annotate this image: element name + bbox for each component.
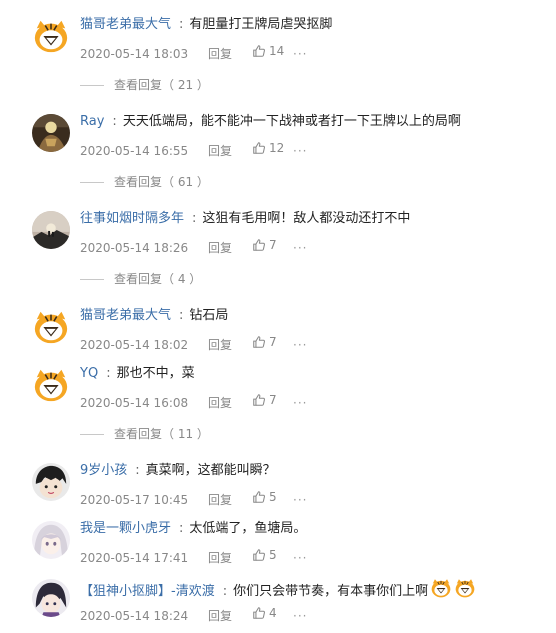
tiger-mascot-icon: [32, 366, 70, 404]
more-options-button[interactable]: ···: [293, 241, 307, 255]
comment-text: 你们只会带节奏，有本事你们上啊: [233, 584, 429, 599]
colon-separator: :: [135, 463, 140, 478]
comment-text: 这狙有毛用啊！敌人都没动还打不中: [202, 211, 411, 226]
avatar-anime-girl[interactable]: [32, 521, 70, 559]
avatar-dark-photo[interactable]: [32, 114, 70, 152]
comment-username[interactable]: YQ: [80, 366, 98, 381]
comment-text: 真菜啊，这都能叫瞬？: [145, 463, 276, 478]
view-replies-label: 查看回复（ 4 ）: [114, 272, 202, 286]
thumbs-up-icon: [252, 238, 266, 252]
comment-time: 2020-05-14 18:26: [80, 241, 189, 255]
reply-button[interactable]: 回复: [208, 239, 252, 257]
thumbs-up-icon: [252, 141, 266, 155]
more-options-button[interactable]: ···: [293, 47, 307, 61]
like-button[interactable]: 14: [252, 42, 287, 60]
view-replies-link[interactable]: 查看回复（ 21 ）: [80, 76, 209, 94]
comment-text: 天天低端局，能不能冲一下战神或者打一下王牌以上的局啊: [122, 114, 461, 129]
comment-item: 往事如烟时隔多年: 这狙有毛用啊！敌人都没动还打不中 2020-05-14 18:…: [0, 194, 556, 291]
comment-item: YQ: 那也不中，菜 2020-05-14 16:08 回复 7 ··· 查看回复（ 1…: [0, 349, 556, 446]
like-button[interactable]: 7: [252, 391, 287, 409]
comment-text: 那也不中，菜: [116, 366, 195, 381]
avatar-anime-boy-2[interactable]: [32, 579, 70, 617]
tiger-emoji-icon: [454, 577, 476, 606]
colon-separator: :: [192, 211, 197, 226]
like-count: 7: [269, 238, 277, 252]
like-count: 7: [269, 393, 277, 407]
user-photo-icon: [32, 211, 70, 249]
avatar-tiger-mascot[interactable]: [32, 366, 70, 404]
comment-text: 有胆量打王牌局虐哭抠脚: [189, 17, 333, 32]
comment-item: 猫哥老弟最大气: 钻石局 2020-05-14 18:02 回复 7 ···: [0, 291, 556, 352]
user-photo-icon: [32, 114, 70, 152]
colon-separator: :: [179, 308, 184, 323]
comment-item: 我是一颗小虎牙: 太低端了，鱼塘局。 2020-05-14 17:41 回复 5 ···: [0, 504, 556, 565]
avatar-anime-boy[interactable]: [32, 463, 70, 501]
comment-time: 2020-05-14 18:24: [80, 609, 189, 623]
like-button[interactable]: 12: [252, 139, 287, 157]
thumbs-up-icon: [252, 548, 266, 562]
view-replies-link[interactable]: 查看回复（ 4 ）: [80, 270, 201, 288]
colon-separator: :: [179, 17, 184, 32]
comment-username[interactable]: Ray: [80, 114, 104, 129]
comment-username[interactable]: 【狙神小抠脚】-清欢渡: [80, 584, 215, 599]
view-replies-link[interactable]: 查看回复（ 61 ）: [80, 173, 209, 191]
comment-username[interactable]: 猫哥老弟最大气: [80, 308, 171, 323]
colon-separator: :: [179, 521, 184, 536]
thumbs-up-icon: [252, 490, 266, 504]
like-button[interactable]: 4: [252, 604, 287, 622]
reply-button[interactable]: 回复: [208, 142, 252, 160]
comment-time: 2020-05-14 16:55: [80, 144, 189, 158]
reply-button[interactable]: 回复: [208, 607, 252, 625]
avatar-tiger-mascot[interactable]: [32, 17, 70, 55]
comment-item: 9岁小孩: 真菜啊，这都能叫瞬？ 2020-05-17 10:45 回复 5 ···: [0, 446, 556, 507]
tiger-mascot-icon: [32, 17, 70, 55]
divider-dash: [80, 85, 104, 86]
view-replies-label: 查看回复（ 61 ）: [114, 175, 209, 189]
avatar-tiger-mascot[interactable]: [32, 308, 70, 346]
like-count: 14: [269, 44, 285, 58]
comment-username[interactable]: 猫哥老弟最大气: [80, 17, 171, 32]
divider-dash: [80, 182, 104, 183]
comment-text: 钻石局: [189, 308, 229, 323]
divider-dash: [80, 434, 104, 435]
more-options-button[interactable]: ···: [293, 609, 307, 623]
like-count: 12: [269, 141, 285, 155]
tiger-emoji-icon: [430, 577, 452, 606]
comment-username[interactable]: 往事如烟时隔多年: [80, 211, 184, 226]
thumbs-up-icon: [252, 606, 266, 620]
thumbs-up-icon: [252, 393, 266, 407]
more-options-button[interactable]: ···: [293, 144, 307, 158]
like-button[interactable]: 7: [252, 236, 287, 254]
thumbs-up-icon: [252, 44, 266, 58]
comment-time: 2020-05-14 16:08: [80, 396, 189, 410]
colon-separator: :: [106, 366, 111, 381]
anime-avatar-icon: [32, 579, 70, 617]
comment-username[interactable]: 9岁小孩: [80, 463, 127, 478]
comment-item: 猫哥老弟最大气: 有胆量打王牌局虐哭抠脚 2020-05-14 18:03 回复 14…: [0, 0, 556, 97]
comment-list: 猫哥老弟最大气: 有胆量打王牌局虐哭抠脚 2020-05-14 18:03 回复 14…: [0, 0, 556, 623]
colon-separator: :: [112, 114, 117, 129]
anime-avatar-icon: [32, 521, 70, 559]
comment-time: 2020-05-14 18:03: [80, 47, 189, 61]
divider-dash: [80, 279, 104, 280]
thumbs-up-icon: [252, 335, 266, 349]
avatar-sunset-photo[interactable]: [32, 211, 70, 249]
comment-item: Ray: 天天低端局，能不能冲一下战神或者打一下王牌以上的局啊 2020-05-1…: [0, 97, 556, 194]
view-replies-label: 查看回复（ 21 ）: [114, 78, 209, 92]
anime-avatar-icon: [32, 463, 70, 501]
more-options-button[interactable]: ···: [293, 396, 307, 410]
reply-button[interactable]: 回复: [208, 394, 252, 412]
reply-button[interactable]: 回复: [208, 45, 252, 63]
tiger-mascot-icon: [32, 308, 70, 346]
view-replies-link[interactable]: 查看回复（ 11 ）: [80, 425, 209, 443]
comment-item: 【狙神小抠脚】-清欢渡: 你们只会带节奏，有本事你们上啊 2020-05-14 1…: [0, 562, 556, 623]
colon-separator: :: [222, 584, 228, 599]
like-count: 4: [269, 606, 277, 620]
view-replies-label: 查看回复（ 11 ）: [114, 427, 209, 441]
comment-text: 太低端了，鱼塘局。: [189, 521, 307, 536]
comment-username[interactable]: 我是一颗小虎牙: [80, 521, 171, 536]
